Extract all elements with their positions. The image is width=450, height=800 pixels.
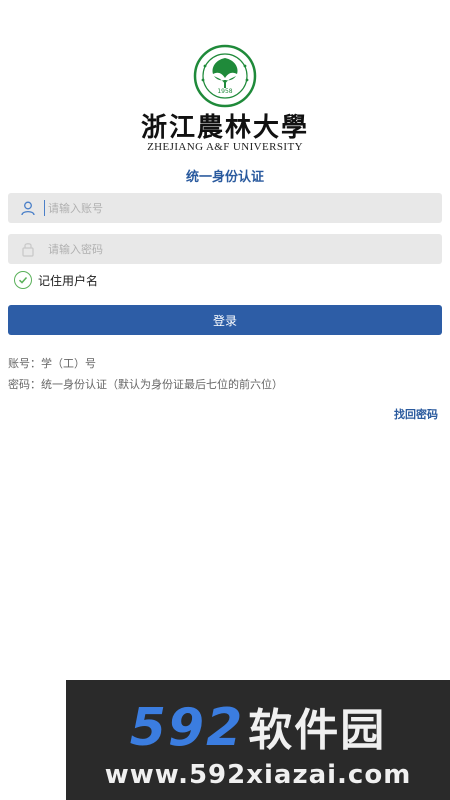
university-seal-icon: 1958 bbox=[193, 44, 257, 108]
watermark-url: www.592xiazai.com bbox=[104, 760, 412, 790]
watermark-number: 592 bbox=[129, 698, 245, 758]
watermark-banner: 592 软件园 www.592xiazai.com bbox=[66, 680, 450, 800]
password-field[interactable] bbox=[8, 234, 442, 264]
page-subtitle: 统一身份认证 bbox=[185, 170, 264, 185]
forgot-password-link[interactable]: 找回密码 bbox=[394, 406, 438, 422]
user-icon bbox=[16, 200, 40, 216]
logo-area: 1958 bbox=[0, 44, 450, 108]
account-input[interactable] bbox=[46, 200, 442, 216]
lock-icon bbox=[16, 241, 40, 257]
password-input[interactable] bbox=[46, 241, 442, 257]
login-button[interactable]: 登录 bbox=[8, 305, 442, 335]
text-cursor bbox=[44, 200, 45, 216]
university-name-en: ZHEJIANG A&F UNIVERSITY bbox=[147, 141, 303, 153]
seal-year: 1958 bbox=[217, 88, 232, 95]
password-hint: 密码：统一身份认证（默认为身份证最后七位的前六位） bbox=[8, 378, 283, 391]
watermark-name: 软件园 bbox=[248, 705, 387, 756]
remember-username-label: 记住用户名 bbox=[38, 273, 99, 288]
university-name-cn: 浙江農林大學 bbox=[140, 113, 309, 143]
login-screen: 1958 浙江農林大學 ZHEJIANG A&F UNIVERSITY 统一身份… bbox=[0, 0, 450, 800]
check-circle-icon[interactable] bbox=[14, 271, 32, 289]
remember-username-toggle[interactable]: 记住用户名 bbox=[14, 271, 98, 289]
account-field[interactable] bbox=[8, 193, 442, 223]
account-hint: 账号：学（工）号 bbox=[8, 357, 96, 370]
watermark-title: 592 软件园 bbox=[66, 694, 450, 758]
